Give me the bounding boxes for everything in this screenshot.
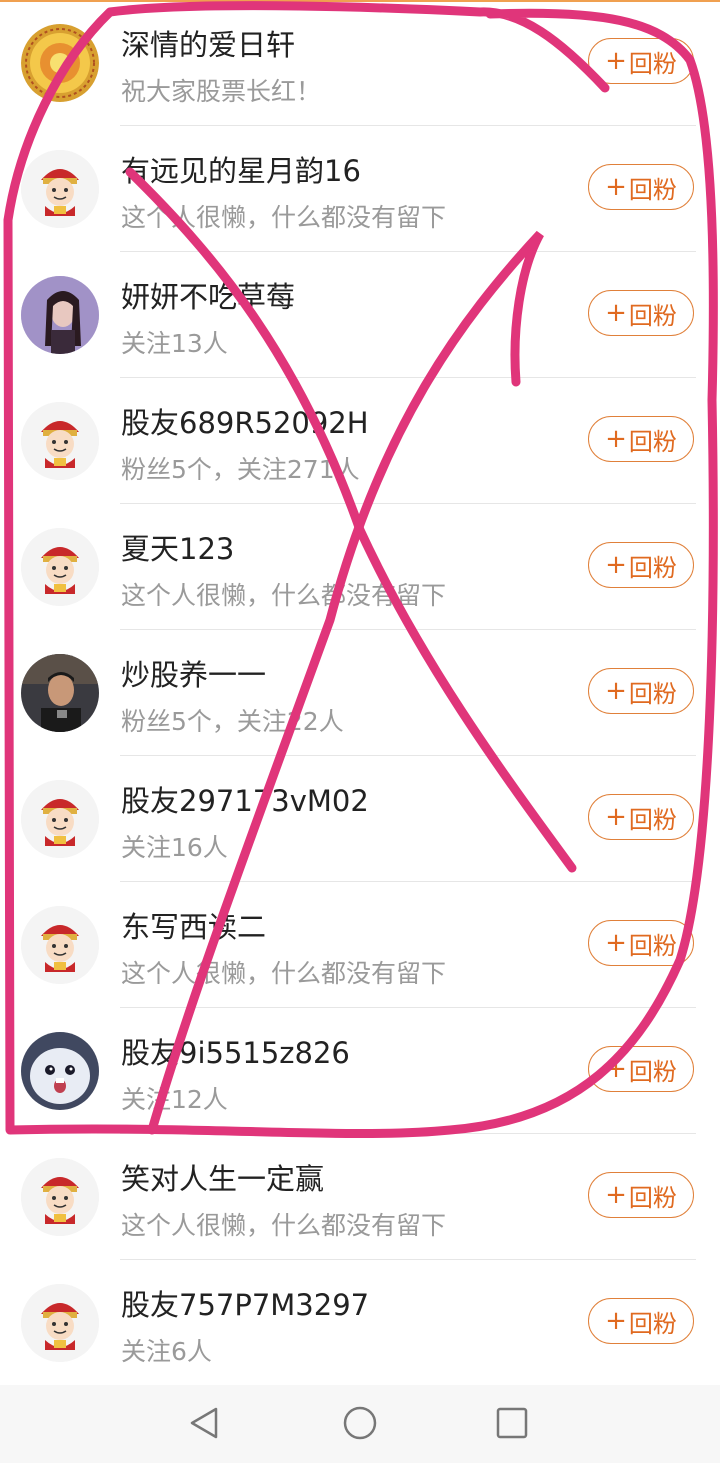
mascot-avatar-icon — [21, 1284, 99, 1362]
mascot-avatar-icon — [21, 150, 99, 228]
follow-back-button[interactable]: + 回粉 — [588, 794, 694, 840]
plus-icon: + — [605, 550, 627, 580]
user-name[interactable]: 夏天123 — [121, 526, 234, 568]
plus-icon: + — [605, 424, 627, 454]
avatar[interactable] — [21, 906, 99, 984]
follow-back-button[interactable]: + 回粉 — [588, 416, 694, 462]
follow-back-button[interactable]: + 回粉 — [588, 164, 694, 210]
mascot-avatar-icon — [21, 402, 99, 480]
avatar[interactable] — [21, 654, 99, 732]
user-description: 粉丝5个，关注22人 — [121, 707, 344, 736]
user-name[interactable]: 炒股养一一 — [121, 652, 266, 694]
user-description: 这个人很懒，什么都没有留下 — [121, 203, 447, 232]
user-name[interactable]: 有远见的星月韵16 — [121, 148, 361, 190]
recents-icon[interactable] — [490, 1401, 534, 1445]
mascot-avatar-icon — [21, 1158, 99, 1236]
plus-icon: + — [605, 1054, 627, 1084]
plus-icon: + — [605, 1180, 627, 1210]
user-name[interactable]: 股友9i5515z826 — [121, 1030, 350, 1072]
follow-back-button[interactable]: + 回粉 — [588, 1046, 694, 1092]
avatar[interactable] — [21, 402, 99, 480]
mascot-avatar-icon — [21, 906, 99, 984]
list-item[interactable]: 有远见的星月韵16 这个人很懒，什么都没有留下 + 回粉 — [0, 126, 720, 252]
plus-icon: + — [605, 172, 627, 202]
follow-back-label: 回粉 — [628, 805, 677, 834]
user-name[interactable]: 深情的爱日轩 — [121, 22, 295, 64]
plus-icon: + — [605, 46, 627, 76]
user-description: 这个人很懒，什么都没有留下 — [121, 581, 447, 610]
follow-back-label: 回粉 — [628, 931, 677, 960]
system-navigation-bar — [0, 1385, 720, 1463]
home-icon[interactable] — [338, 1401, 382, 1445]
girl-photo-avatar-icon — [21, 276, 99, 354]
avatar[interactable] — [21, 24, 99, 102]
follow-back-button[interactable]: + 回粉 — [588, 668, 694, 714]
user-name[interactable]: 股友757P7M3297 — [121, 1282, 369, 1324]
plus-icon: + — [605, 676, 627, 706]
user-name[interactable]: 东写西读二 — [121, 904, 266, 946]
mascot-avatar-icon — [21, 528, 99, 606]
follower-list: 深情的爱日轩 祝大家股票长红！ + 回粉 有远见的星月韵16 这个人很懒，什么都… — [0, 0, 720, 1386]
user-description: 这个人很懒，什么都没有留下 — [121, 959, 447, 988]
user-name[interactable]: 股友689R52092H — [121, 400, 369, 442]
user-description: 祝大家股票长红！ — [121, 77, 322, 106]
list-item[interactable]: 股友689R52092H 粉丝5个，关注271人 + 回粉 — [0, 378, 720, 504]
list-item[interactable]: 妍妍不吃草莓 关注13人 + 回粉 — [0, 252, 720, 378]
list-item[interactable]: 夏天123 这个人很懒，什么都没有留下 + 回粉 — [0, 504, 720, 630]
avatar[interactable] — [21, 1158, 99, 1236]
user-description: 关注13人 — [121, 329, 228, 358]
avatar[interactable] — [21, 276, 99, 354]
follow-back-label: 回粉 — [628, 1057, 677, 1086]
plus-icon: + — [605, 298, 627, 328]
avatar[interactable] — [21, 1284, 99, 1362]
follow-back-button[interactable]: + 回粉 — [588, 920, 694, 966]
plus-icon: + — [605, 1306, 627, 1336]
follow-back-label: 回粉 — [628, 1309, 677, 1338]
plus-icon: + — [605, 928, 627, 958]
follow-back-label: 回粉 — [628, 301, 677, 330]
follow-back-label: 回粉 — [628, 49, 677, 78]
list-item[interactable]: 股友757P7M3297 关注6人 + 回粉 — [0, 1260, 720, 1386]
follow-back-button[interactable]: + 回粉 — [588, 290, 694, 336]
user-description: 这个人很懒，什么都没有留下 — [121, 1211, 447, 1240]
avatar[interactable] — [21, 528, 99, 606]
user-description: 关注16人 — [121, 833, 228, 862]
follow-back-label: 回粉 — [628, 553, 677, 582]
plus-icon: + — [605, 802, 627, 832]
bunny-avatar-icon — [21, 1032, 99, 1110]
follow-back-label: 回粉 — [628, 427, 677, 456]
follow-back-button[interactable]: + 回粉 — [588, 542, 694, 588]
user-name[interactable]: 笑对人生一定赢 — [121, 1156, 324, 1198]
avatar[interactable] — [21, 780, 99, 858]
list-item[interactable]: 炒股养一一 粉丝5个，关注22人 + 回粉 — [0, 630, 720, 756]
follow-back-button[interactable]: + 回粉 — [588, 1172, 694, 1218]
list-item[interactable]: 东写西读二 这个人很懒，什么都没有留下 + 回粉 — [0, 882, 720, 1008]
user-description: 关注6人 — [121, 1337, 212, 1366]
user-description: 粉丝5个，关注271人 — [121, 455, 360, 484]
follow-back-button[interactable]: + 回粉 — [588, 1298, 694, 1344]
man-photo-avatar-icon — [21, 654, 99, 732]
follow-back-button[interactable]: + 回粉 — [588, 38, 694, 84]
follow-back-label: 回粉 — [628, 175, 677, 204]
list-item[interactable]: 笑对人生一定赢 这个人很懒，什么都没有留下 + 回粉 — [0, 1134, 720, 1260]
user-name[interactable]: 股友297173vM02 — [121, 778, 369, 820]
sun-avatar-icon — [21, 24, 99, 102]
follow-back-label: 回粉 — [628, 679, 677, 708]
mascot-avatar-icon — [21, 780, 99, 858]
user-name[interactable]: 妍妍不吃草莓 — [121, 274, 295, 316]
avatar[interactable] — [21, 150, 99, 228]
list-item[interactable]: 股友297173vM02 关注16人 + 回粉 — [0, 756, 720, 882]
list-item[interactable]: 深情的爱日轩 祝大家股票长红！ + 回粉 — [0, 0, 720, 126]
user-description: 关注12人 — [121, 1085, 228, 1114]
follow-back-label: 回粉 — [628, 1183, 677, 1212]
list-item[interactable]: 股友9i5515z826 关注12人 + 回粉 — [0, 1008, 720, 1134]
avatar[interactable] — [21, 1032, 99, 1110]
back-icon[interactable] — [182, 1401, 226, 1445]
